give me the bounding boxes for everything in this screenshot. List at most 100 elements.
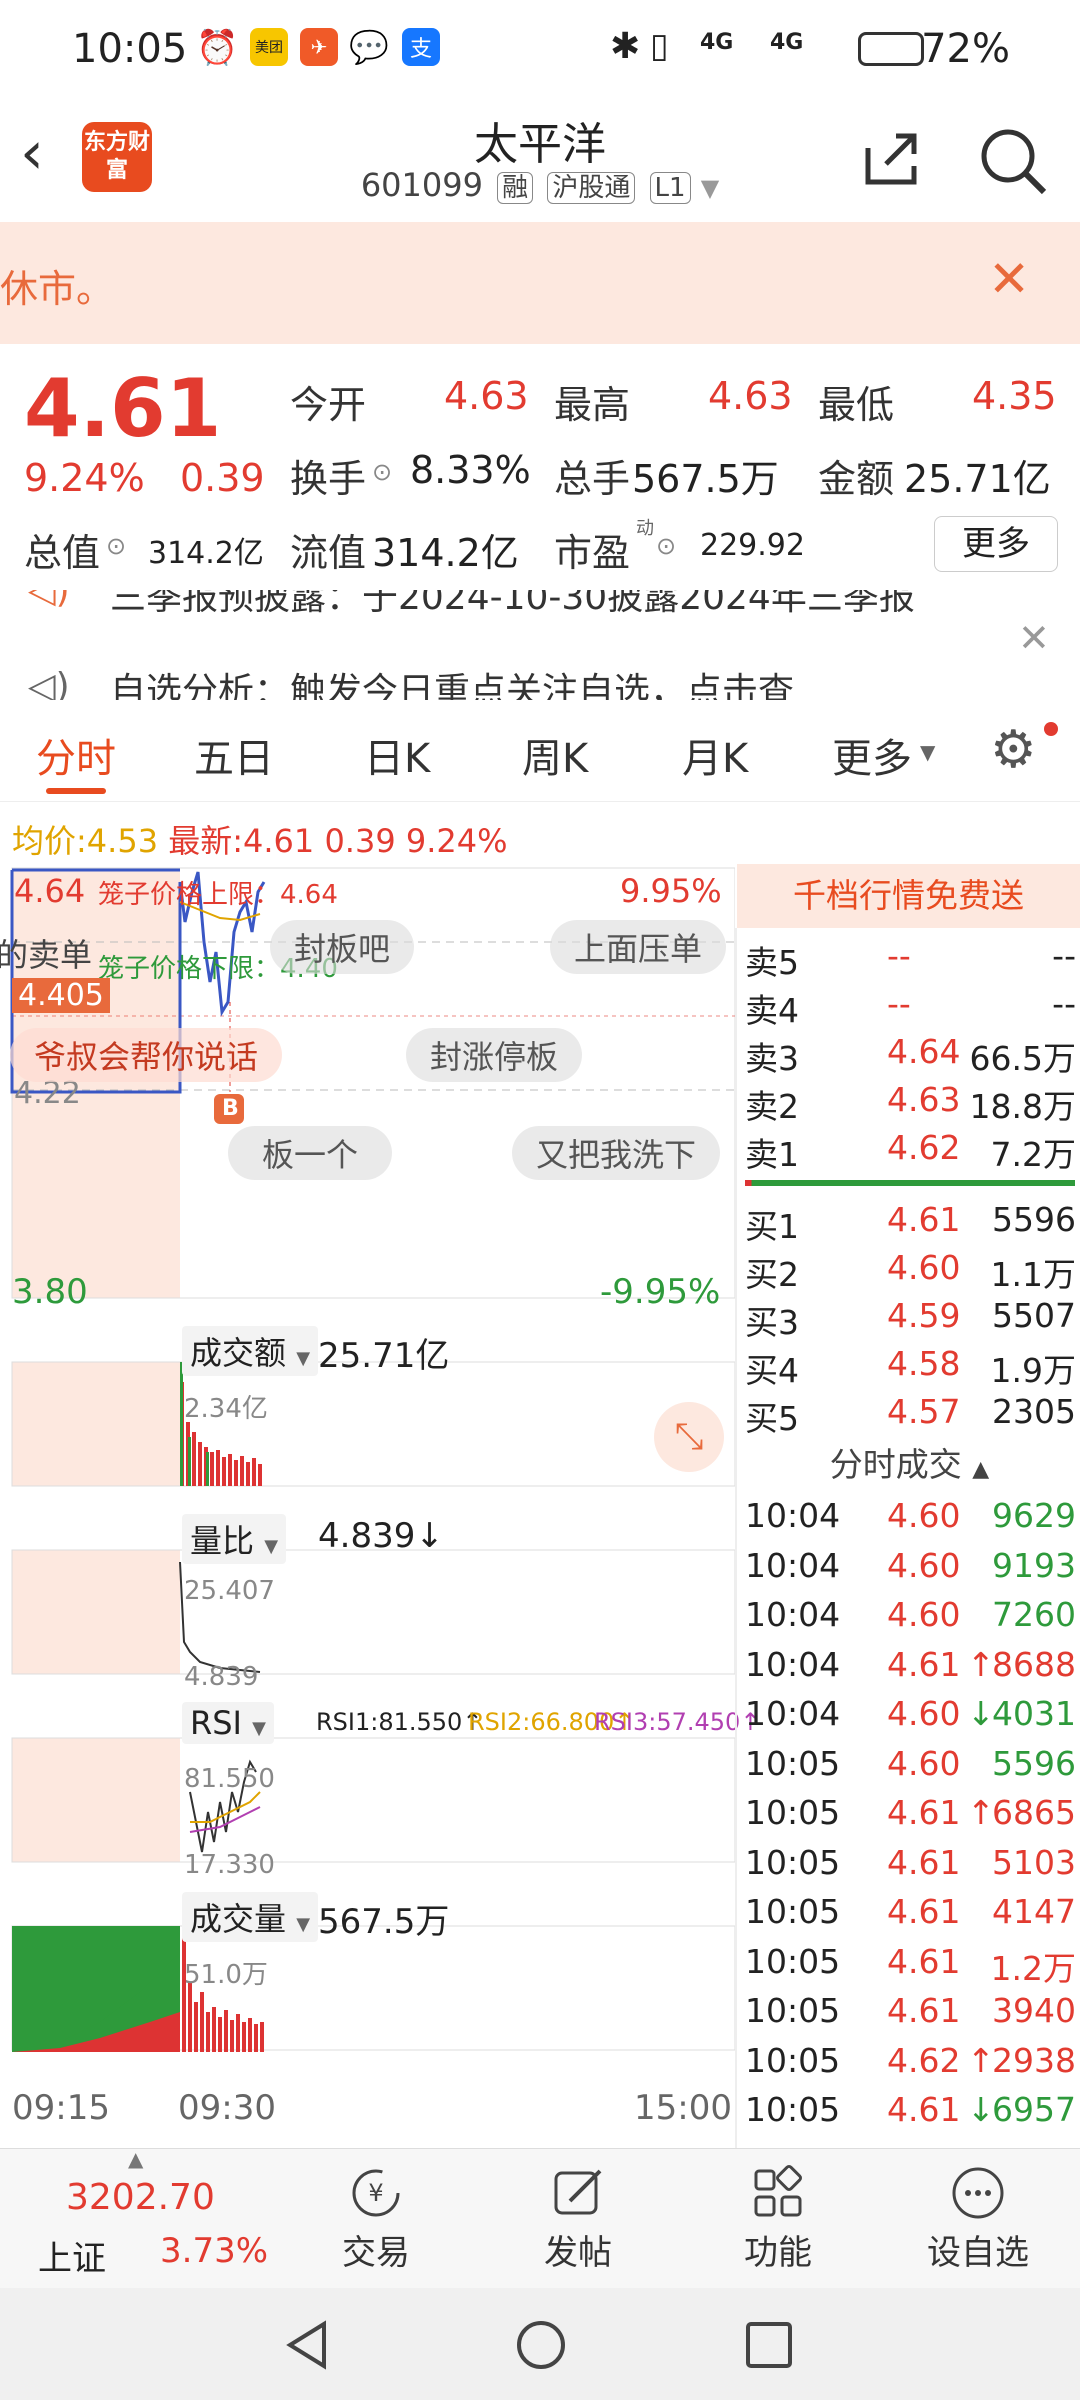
rsi-indicator-select[interactable]: RSI ▼ xyxy=(182,1702,274,1744)
ask-volume: -- xyxy=(1052,984,1076,1023)
bottom-nav: ▲ 3202.70 上证 3.73% ¥ 交易 发帖 功能 设自选 xyxy=(0,2147,1080,2288)
intraday-chart[interactable]: 均价:4.53 最新:4.61 0.39 9.24% 4.64 笼子价格上限：4… xyxy=(0,802,760,2147)
more-button[interactable]: 更多 xyxy=(934,516,1058,572)
tick-row: 10:05 4.60 5596 xyxy=(737,1744,1080,1792)
danmaku-bubble: 又把我洗下 xyxy=(512,1126,721,1180)
tick-price: 4.61 xyxy=(887,1842,961,1882)
amount-label: 金额 xyxy=(818,457,895,501)
trade-icon: ¥ xyxy=(352,2169,400,2217)
volume-label: 总手 xyxy=(554,457,631,501)
tick-price: 4.61 xyxy=(887,1793,961,1832)
tag-margin: 融 xyxy=(497,172,534,204)
danmaku-bubble: 的卖单 xyxy=(0,936,93,974)
alarm-icon: ⏰ xyxy=(196,28,239,68)
tab-five-day[interactable]: 五日 xyxy=(194,726,274,784)
bid-price: 4.58 xyxy=(887,1344,961,1383)
chevron-up-icon[interactable]: ▲ xyxy=(128,2147,143,2171)
nav-functions[interactable]: 功能 xyxy=(708,2159,848,2274)
tick-price: 4.62 xyxy=(887,2040,961,2080)
ask-price: -- xyxy=(887,984,911,1023)
ask-price: 4.62 xyxy=(887,1128,961,1167)
tick-row: 10:04 4.60 ↓ 4031 xyxy=(737,1694,1080,1742)
nav-back-icon[interactable] xyxy=(282,2320,332,2370)
bid-label: 买4 xyxy=(745,1351,799,1390)
tick-price: 4.60 xyxy=(887,1595,961,1634)
expand-icon[interactable]: ⤡ xyxy=(654,1402,724,1472)
dropdown-icon[interactable]: ▼ xyxy=(701,174,719,202)
info-icon[interactable]: ⊙ xyxy=(372,458,392,486)
buy-marker[interactable]: B xyxy=(222,1096,239,1121)
ratio-axis-min: 4.839 xyxy=(184,1662,259,1692)
tick-volume: 4147 xyxy=(992,1892,1076,1931)
index-pct[interactable]: 3.73% xyxy=(160,2231,268,2271)
tick-volume: 7260 xyxy=(992,1595,1076,1634)
tab-daily-k[interactable]: 日K xyxy=(364,726,430,784)
bid-row: 买1 4.61 5596 xyxy=(737,1200,1080,1248)
ask-label: 卖3 xyxy=(745,1039,799,1078)
open-label: 今开 xyxy=(290,383,367,427)
tick-list-header[interactable]: 分时成交 ▲ xyxy=(737,1438,1080,1486)
alipay-icon: 支 xyxy=(402,28,440,66)
tab-weekly-k[interactable]: 周K xyxy=(522,726,588,784)
tick-time: 10:04 xyxy=(745,1496,841,1535)
pe-dynamic-mark: 动 xyxy=(636,518,654,539)
float-value: 314.2亿 xyxy=(372,531,519,575)
nav-trade[interactable]: ¥ 交易 xyxy=(306,2159,446,2274)
search-icon[interactable] xyxy=(978,126,1048,196)
info-icon[interactable]: ⊙ xyxy=(106,532,126,560)
close-icon[interactable]: ✕ xyxy=(988,250,1030,308)
nav-post[interactable]: 发帖 xyxy=(508,2159,648,2274)
tab-indicator xyxy=(46,788,106,794)
ratio-axis-max: 25.407 xyxy=(184,1576,275,1606)
tick-row: 10:05 4.61 3940 xyxy=(737,1991,1080,2039)
bid-price: 4.59 xyxy=(887,1296,961,1335)
tick-time: 10:04 xyxy=(745,1545,841,1585)
tab-more[interactable]: 更多 xyxy=(832,726,912,784)
tick-row: 10:05 4.61 5103 xyxy=(737,1843,1080,1891)
tick-volume: 8688 xyxy=(992,1644,1076,1684)
close-icon[interactable]: ✕ xyxy=(1018,616,1050,660)
rsi1-value: RSI1:81.550↑ xyxy=(316,1708,483,1736)
turnover-label: 换手 xyxy=(290,457,367,501)
ask-price: 4.63 xyxy=(887,1080,961,1119)
volume-indicator-select[interactable]: 成交量 ▼ xyxy=(182,1892,319,1942)
more-dots-icon xyxy=(952,2167,1004,2219)
meituan-icon: 美团 xyxy=(250,28,288,66)
battery-level: 72% xyxy=(921,26,1010,72)
ask-row: 卖4 -- -- xyxy=(737,984,1080,1032)
bid-label: 买5 xyxy=(745,1399,799,1438)
tick-price: 4.60 xyxy=(887,1545,961,1585)
ratio-indicator-select[interactable]: 量比 ▼ xyxy=(182,1514,287,1564)
quote-panel: 4.61 9.24% 0.39 今开 4.63 最高 4.63 最低 4.35 … xyxy=(0,344,1080,594)
tick-volume: 1.2万 xyxy=(990,1948,1076,1988)
info-icon[interactable]: ⊙ xyxy=(656,532,676,560)
tab-monthly-k[interactable]: 月K xyxy=(682,726,748,784)
ratio-indicator-value: 4.839↓ xyxy=(318,1516,444,1556)
nav-home-icon[interactable] xyxy=(514,2318,568,2372)
stock-header: ‹ 东方财富 太平洋 601099 融 沪股通 L1 ▼ xyxy=(0,100,1080,222)
tick-row: 10:04 4.61 ↑ 8688 xyxy=(737,1645,1080,1693)
index-value[interactable]: 3202.70 xyxy=(66,2177,215,2218)
news-ticker[interactable]: ◁) 三季报预披露：于2024-10-30披露2024年三季报 ◁) 自选分析：… xyxy=(0,590,1080,700)
amount-indicator-select[interactable]: 成交额 ▼ xyxy=(182,1326,319,1376)
nav-recents-icon[interactable] xyxy=(744,2320,794,2370)
nav-add-watchlist[interactable]: 设自选 xyxy=(908,2159,1048,2274)
rsi-axis-max: 81.550 xyxy=(184,1764,275,1794)
change-pct: 9.24% xyxy=(24,456,145,500)
share-icon[interactable] xyxy=(860,128,922,190)
tab-intraday[interactable]: 分时 xyxy=(36,726,116,784)
level2-promo-button[interactable]: 千档行情免费送 xyxy=(737,864,1080,928)
bid-volume: 1.1万 xyxy=(990,1255,1076,1294)
danmaku-bubble: 爷叔会帮你说话 xyxy=(10,1028,283,1082)
tick-row: 10:05 4.61 ↓ 6957 xyxy=(737,2090,1080,2138)
volume-value: 567.5万 xyxy=(632,457,779,501)
index-name[interactable]: 上证 xyxy=(38,2231,106,2280)
notification-app-icon: ✈ xyxy=(300,28,338,66)
gear-icon[interactable]: ⚙ xyxy=(990,720,1037,780)
tag-connect: 沪股通 xyxy=(547,172,636,204)
cage-upper-label: 笼子价格上限：4.64 xyxy=(98,880,338,910)
notice-banner[interactable]: 休市。 ✕ xyxy=(0,222,1080,344)
danmaku-bubble: 板一个 xyxy=(228,1126,393,1180)
danmaku-bubble: 封涨停板 xyxy=(406,1028,583,1082)
ask-volume: -- xyxy=(1052,936,1076,975)
